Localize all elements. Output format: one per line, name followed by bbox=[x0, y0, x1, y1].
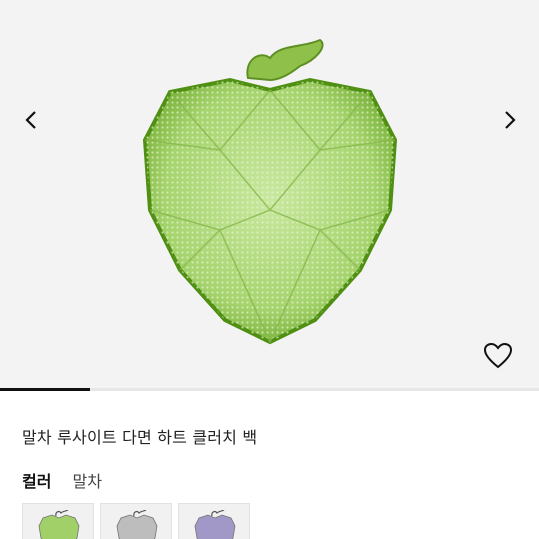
color-value: 말차 bbox=[72, 472, 102, 491]
previous-image-button[interactable] bbox=[16, 105, 46, 135]
chevron-right-icon bbox=[505, 111, 516, 129]
next-image-button[interactable] bbox=[495, 105, 525, 135]
chevron-left-icon bbox=[25, 111, 36, 129]
color-swatch[interactable] bbox=[178, 503, 250, 539]
color-label: 컬러 bbox=[22, 472, 52, 491]
product-title: 말차 루사이트 다면 하트 클러치 백 bbox=[22, 428, 258, 447]
heart-clutch-thumbnail-icon bbox=[38, 510, 80, 539]
heart-outline-icon bbox=[483, 342, 513, 369]
gallery-progress-fill bbox=[0, 388, 90, 391]
heart-clutch-thumbnail-icon bbox=[116, 510, 158, 539]
color-row: 컬러 말차 bbox=[22, 468, 102, 492]
heart-clutch-image bbox=[142, 38, 398, 345]
color-swatch[interactable] bbox=[100, 503, 172, 539]
color-swatch[interactable] bbox=[22, 503, 94, 539]
wishlist-button[interactable] bbox=[482, 340, 514, 372]
color-swatches bbox=[22, 503, 250, 539]
gallery-progress-bar bbox=[0, 388, 539, 391]
product-gallery[interactable] bbox=[0, 0, 539, 390]
heart-clutch-thumbnail-icon bbox=[194, 510, 236, 539]
